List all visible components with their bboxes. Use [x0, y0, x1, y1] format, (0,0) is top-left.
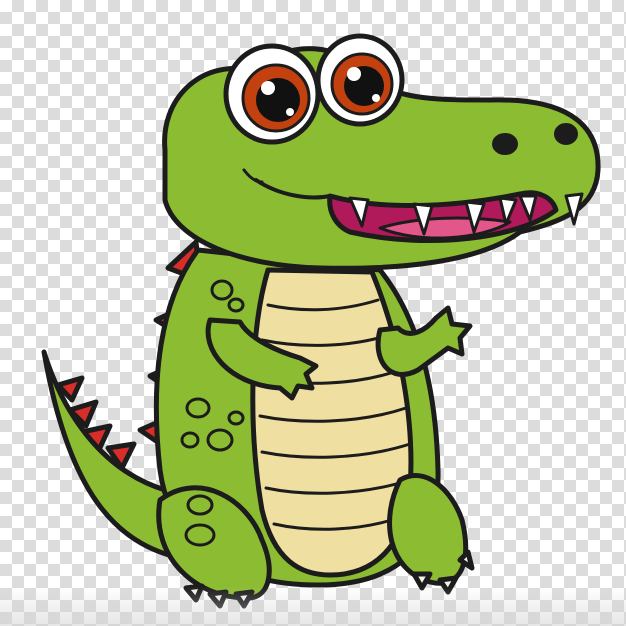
left-eye — [223, 43, 321, 145]
right-eye — [315, 33, 405, 127]
checkerboard-background — [0, 0, 626, 626]
right-leg — [387, 473, 469, 586]
crocodile-illustration — [41, 33, 601, 609]
bottom-shadow — [0, 586, 626, 626]
